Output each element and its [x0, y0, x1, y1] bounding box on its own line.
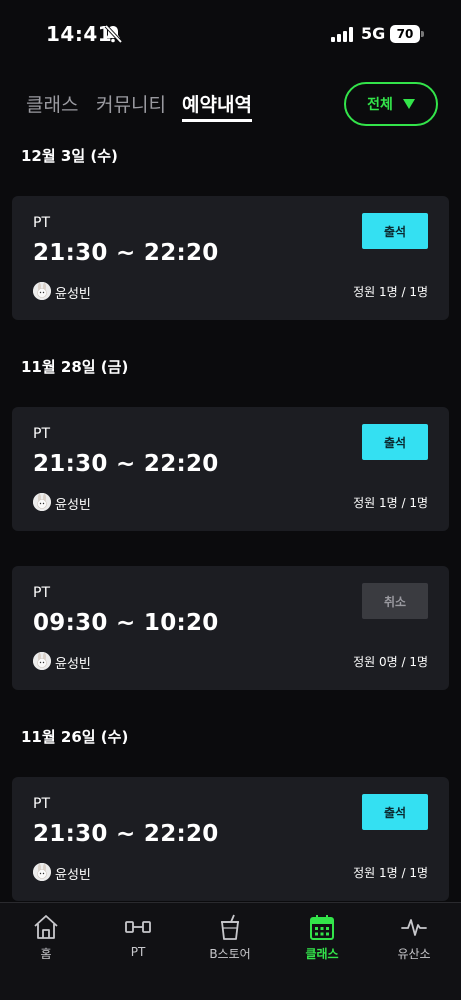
date-header: 11월 26일 (수)	[21, 728, 129, 746]
nav-label: 홈	[40, 947, 52, 961]
class-type: PT	[33, 796, 50, 812]
avatar	[33, 652, 51, 670]
instructor-name: 윤성빈	[55, 868, 91, 883]
bottom-nav: 홈 PT B스토어 클래스 유산소	[0, 902, 461, 1000]
network-label: 5G	[361, 24, 386, 43]
class-time: 21:30 ~ 22:20	[33, 821, 219, 847]
attend-button[interactable]: 출석	[362, 794, 428, 830]
filter-dropdown[interactable]: 전체	[344, 82, 438, 126]
bell-slash-icon	[104, 24, 123, 44]
avatar	[33, 282, 51, 300]
reservation-card[interactable]: PT 21:30 ~ 22:20 출석 윤성빈 정원 1명 / 1명	[12, 407, 449, 531]
dumbbell-icon	[125, 921, 151, 933]
attend-button[interactable]: 출석	[362, 213, 428, 249]
class-type: PT	[33, 215, 50, 231]
class-type: PT	[33, 585, 50, 601]
tab-community[interactable]: 커뮤니티	[96, 90, 166, 117]
date-header: 12월 3일 (수)	[21, 147, 118, 165]
tab-reservations[interactable]: 예약내역	[182, 90, 252, 117]
nav-item-pt[interactable]: PT	[92, 903, 184, 973]
reservation-card[interactable]: PT 09:30 ~ 10:20 취소 윤성빈 정원 0명 / 1명	[12, 566, 449, 690]
date-header: 11월 28일 (금)	[21, 358, 129, 376]
caret-down-icon	[402, 99, 415, 109]
capacity: 정원 0명 / 1명	[353, 655, 428, 669]
home-icon	[34, 915, 58, 939]
active-tab-indicator	[182, 119, 252, 122]
battery-level: 70	[390, 25, 420, 43]
capacity: 정원 1명 / 1명	[353, 285, 428, 299]
nav-item-home[interactable]: 홈	[0, 903, 92, 973]
class-time: 21:30 ~ 22:20	[33, 240, 219, 266]
instructor-name: 윤성빈	[55, 657, 91, 672]
nav-label: PT	[130, 945, 146, 959]
nav-item-class[interactable]: 클래스	[276, 903, 368, 973]
capacity: 정원 1명 / 1명	[353, 866, 428, 880]
attend-button[interactable]: 출석	[362, 424, 428, 460]
reservation-card[interactable]: PT 21:30 ~ 22:20 출석 윤성빈 정원 1명 / 1명	[12, 196, 449, 320]
instructor-name: 윤성빈	[55, 287, 91, 302]
nav-label: 유산소	[397, 947, 431, 961]
filter-label: 전체	[367, 97, 393, 113]
reservation-card[interactable]: PT 21:30 ~ 22:20 출석 윤성빈 정원 1명 / 1명	[12, 777, 449, 901]
calendar-icon	[310, 915, 334, 940]
cup-icon	[221, 914, 239, 940]
nav-label: B스토어	[209, 947, 251, 961]
tab-class[interactable]: 클래스	[26, 90, 78, 117]
class-time: 21:30 ~ 22:20	[33, 451, 219, 477]
status-bar: 14:41 5G 70	[0, 0, 461, 70]
signal-icon	[331, 27, 353, 42]
battery-icon: 70	[390, 25, 424, 43]
class-type: PT	[33, 426, 50, 442]
nav-item-cardio[interactable]: 유산소	[368, 903, 460, 973]
pulse-icon	[401, 919, 427, 936]
instructor-name: 윤성빈	[55, 498, 91, 513]
cancel-button[interactable]: 취소	[362, 583, 428, 619]
avatar	[33, 493, 51, 511]
avatar	[33, 863, 51, 881]
class-time: 09:30 ~ 10:20	[33, 610, 219, 636]
nav-item-bstore[interactable]: B스토어	[184, 903, 276, 973]
capacity: 정원 1명 / 1명	[353, 496, 428, 510]
nav-label: 클래스	[305, 947, 339, 961]
